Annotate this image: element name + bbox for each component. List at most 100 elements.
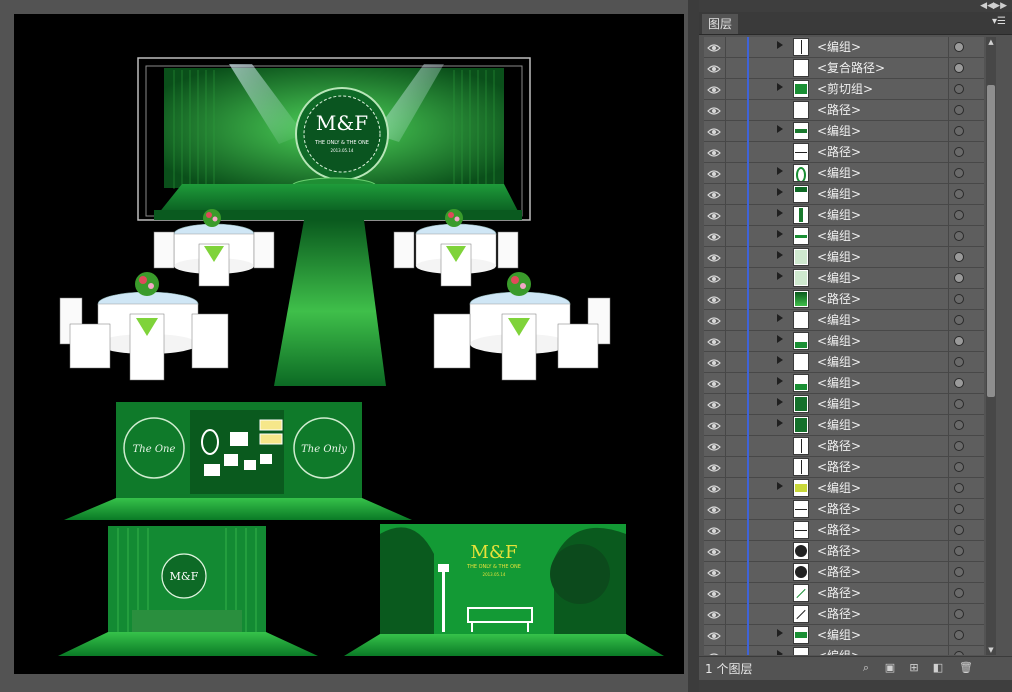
lock-toggle[interactable] — [725, 100, 726, 121]
expand-triangle-icon[interactable] — [777, 419, 783, 427]
target-circle-icon[interactable] — [954, 210, 964, 220]
eye-icon[interactable] — [707, 124, 721, 138]
target-circle-icon[interactable] — [954, 651, 964, 655]
eye-icon[interactable] — [707, 313, 721, 327]
eye-icon[interactable] — [707, 40, 721, 54]
eye-icon[interactable] — [707, 61, 721, 75]
make-clipping-mask-icon[interactable]: ▣ — [883, 661, 897, 675]
new-layer-icon[interactable]: ◧ — [931, 661, 945, 675]
lock-toggle[interactable] — [725, 352, 726, 373]
eye-icon[interactable] — [707, 229, 721, 243]
target-circle-icon[interactable] — [954, 42, 964, 52]
target-circle-icon[interactable] — [954, 147, 964, 157]
scroll-up-arrow-icon[interactable]: ▲ — [986, 37, 996, 47]
eye-icon[interactable] — [707, 502, 721, 516]
target-circle-icon[interactable] — [954, 189, 964, 199]
lock-toggle[interactable] — [725, 121, 726, 142]
layer-row[interactable]: <路径> — [704, 100, 984, 121]
layer-row[interactable]: <编组> — [704, 394, 984, 415]
eye-icon[interactable] — [707, 586, 721, 600]
layer-row[interactable]: <路径> — [704, 499, 984, 520]
expand-triangle-icon[interactable] — [777, 335, 783, 343]
target-circle-icon[interactable] — [954, 525, 964, 535]
layer-row[interactable]: <路径> — [704, 583, 984, 604]
layer-name[interactable]: <路径> — [817, 289, 861, 310]
layer-name[interactable]: <编组> — [817, 184, 861, 205]
target-circle-icon[interactable] — [954, 588, 964, 598]
lock-toggle[interactable] — [725, 247, 726, 268]
target-circle-icon[interactable] — [954, 609, 964, 619]
layer-row[interactable]: <剪切组> — [704, 79, 984, 100]
scroll-down-arrow-icon[interactable]: ▼ — [986, 645, 996, 655]
layer-name[interactable]: <编组> — [817, 373, 861, 394]
layer-row[interactable]: <编组> — [704, 184, 984, 205]
expand-triangle-icon[interactable] — [777, 272, 783, 280]
layer-name[interactable]: <路径> — [817, 583, 861, 604]
layer-name[interactable]: <编组> — [817, 37, 861, 58]
target-circle-icon[interactable] — [954, 273, 964, 283]
expand-triangle-icon[interactable] — [777, 377, 783, 385]
lock-toggle[interactable] — [725, 310, 726, 331]
expand-triangle-icon[interactable] — [777, 188, 783, 196]
eye-icon[interactable] — [707, 523, 721, 537]
layer-name[interactable]: <路径> — [817, 100, 861, 121]
layer-name[interactable]: <路径> — [817, 541, 861, 562]
lock-toggle[interactable] — [725, 142, 726, 163]
layer-row[interactable]: <编组> — [704, 646, 984, 655]
layer-name[interactable]: <路径> — [817, 436, 861, 457]
expand-triangle-icon[interactable] — [777, 209, 783, 217]
panel-menu-icon[interactable]: ▾☰ — [992, 16, 1006, 28]
lock-toggle[interactable] — [725, 58, 726, 79]
lock-toggle[interactable] — [725, 562, 726, 583]
eye-icon[interactable] — [707, 103, 721, 117]
eye-icon[interactable] — [707, 250, 721, 264]
layer-row[interactable]: <编组> — [704, 625, 984, 646]
lock-toggle[interactable] — [725, 478, 726, 499]
expand-triangle-icon[interactable] — [777, 251, 783, 259]
layer-name[interactable]: <编组> — [817, 331, 861, 352]
layer-name[interactable]: <编组> — [817, 247, 861, 268]
layer-name[interactable]: <路径> — [817, 457, 861, 478]
layer-name[interactable]: <编组> — [817, 310, 861, 331]
target-circle-icon[interactable] — [954, 546, 964, 556]
eye-icon[interactable] — [707, 481, 721, 495]
layer-list-scrollbar[interactable]: ▲ ▼ — [986, 37, 996, 655]
lock-toggle[interactable] — [725, 163, 726, 184]
layer-row[interactable]: <路径> — [704, 142, 984, 163]
expand-triangle-icon[interactable] — [777, 125, 783, 133]
lock-toggle[interactable] — [725, 583, 726, 604]
eye-icon[interactable] — [707, 292, 721, 306]
eye-icon[interactable] — [707, 82, 721, 96]
lock-toggle[interactable] — [725, 289, 726, 310]
lock-toggle[interactable] — [725, 499, 726, 520]
lock-toggle[interactable] — [725, 646, 726, 655]
layer-name[interactable]: <编组> — [817, 394, 861, 415]
target-circle-icon[interactable] — [954, 105, 964, 115]
lock-toggle[interactable] — [725, 79, 726, 100]
lock-toggle[interactable] — [725, 331, 726, 352]
layer-row[interactable]: <路径> — [704, 562, 984, 583]
expand-triangle-icon[interactable] — [777, 230, 783, 238]
layer-row[interactable]: <编组> — [704, 37, 984, 58]
lock-toggle[interactable] — [725, 415, 726, 436]
target-circle-icon[interactable] — [954, 168, 964, 178]
layer-row[interactable]: <路径> — [704, 289, 984, 310]
eye-icon[interactable] — [707, 397, 721, 411]
document-canvas[interactable]: M&F THE ONLY & THE ONE 2013.05.14 The On… — [0, 0, 688, 692]
target-circle-icon[interactable] — [954, 504, 964, 514]
layer-row[interactable]: <编组> — [704, 478, 984, 499]
lock-toggle[interactable] — [725, 268, 726, 289]
layer-row[interactable]: <编组> — [704, 373, 984, 394]
layer-row[interactable]: <路径> — [704, 541, 984, 562]
lock-toggle[interactable] — [725, 394, 726, 415]
target-circle-icon[interactable] — [954, 294, 964, 304]
eye-icon[interactable] — [707, 355, 721, 369]
layer-name[interactable]: <编组> — [817, 268, 861, 289]
new-sublayer-icon[interactable]: ⊞ — [907, 661, 921, 675]
eye-icon[interactable] — [707, 649, 721, 655]
expand-triangle-icon[interactable] — [777, 83, 783, 91]
layer-row[interactable]: <编组> — [704, 121, 984, 142]
trash-icon[interactable]: 🗑 — [959, 661, 973, 675]
eye-icon[interactable] — [707, 271, 721, 285]
eye-icon[interactable] — [707, 439, 721, 453]
